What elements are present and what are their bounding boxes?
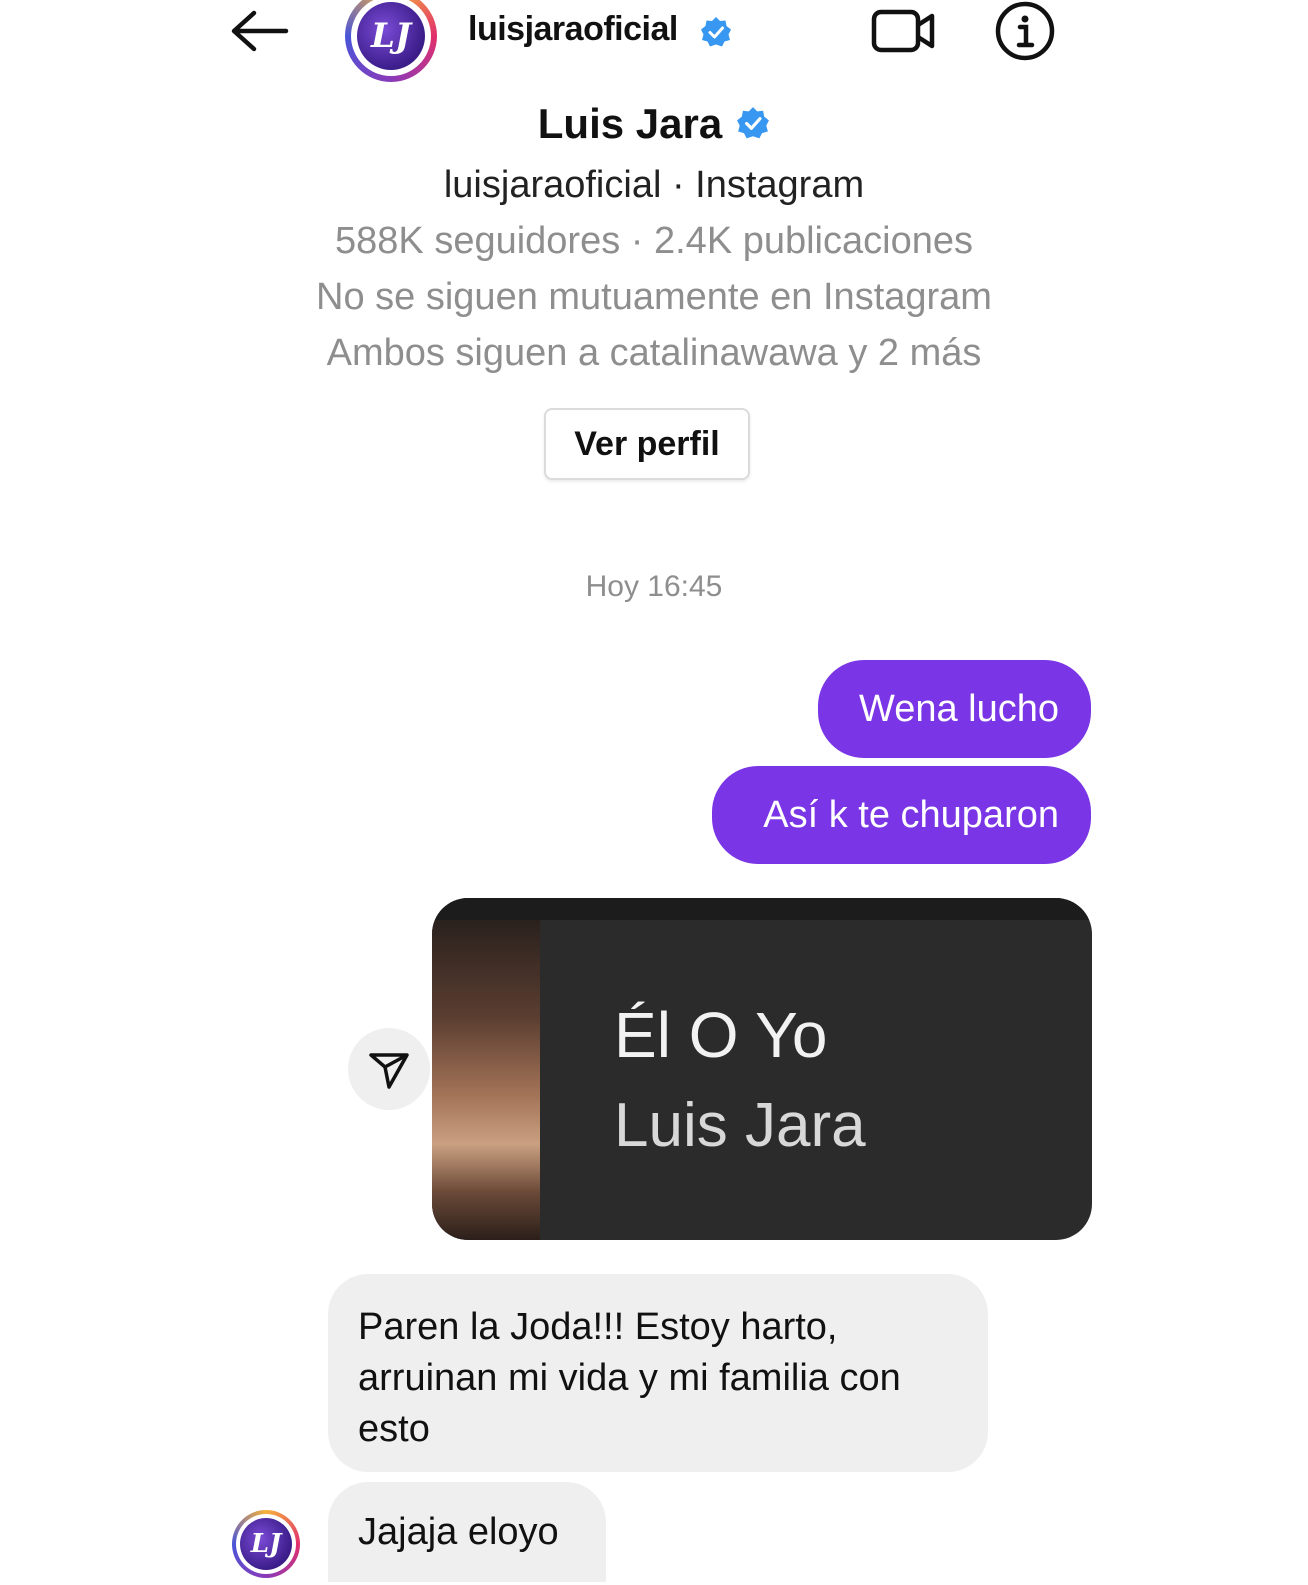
profile-mutual-status: No se siguen mutuamente en Instagram: [316, 276, 992, 318]
message-incoming[interactable]: Jajaja eloyo: [328, 1482, 606, 1582]
message-text: Paren la Joda!!! Estoy harto, arruinan m…: [358, 1306, 901, 1450]
profile-name: Luis Jara: [0, 100, 1308, 148]
message-outgoing[interactable]: Así k te chuparon: [712, 766, 1091, 864]
message-text: Wena lucho: [859, 687, 1059, 730]
header-avatar[interactable]: LJ: [345, 0, 437, 82]
profile-name-text: Luis Jara: [537, 100, 723, 147]
shared-song-card[interactable]: Él O Yo Luis Jara: [432, 898, 1092, 1240]
message-outgoing[interactable]: Wena lucho: [818, 660, 1091, 758]
avatar-logo: LJ: [371, 16, 411, 56]
verified-badge-icon: [701, 17, 731, 47]
header-username[interactable]: luisjaraoficial: [468, 10, 678, 49]
back-arrow-icon[interactable]: [228, 8, 292, 54]
sender-avatar[interactable]: LJ: [232, 1510, 300, 1578]
info-icon[interactable]: [994, 0, 1056, 62]
view-profile-button[interactable]: Ver perfil: [544, 408, 750, 480]
share-icon: [369, 1053, 409, 1089]
message-incoming[interactable]: Paren la Joda!!! Estoy harto, arruinan m…: [328, 1274, 988, 1472]
profile-handle: luisjaraoficial · Instagram: [443, 164, 865, 206]
avatar-logo: LJ: [250, 1529, 282, 1559]
song-cover-image: [432, 920, 540, 1240]
video-call-icon[interactable]: [870, 6, 940, 56]
song-title: Él O Yo: [614, 999, 828, 1071]
profile-mutual-follows: Ambos siguen a catalinawawa y 2 más: [326, 332, 982, 374]
chat-timestamp: Hoy 16:45: [585, 570, 723, 603]
verified-badge-icon: [737, 106, 770, 139]
song-artist: Luis Jara: [614, 1091, 866, 1160]
message-text: Así k te chuparon: [763, 793, 1059, 836]
share-button[interactable]: [348, 1028, 430, 1110]
profile-stats: 588K seguidores · 2.4K publicaciones: [335, 220, 973, 262]
song-card-topbar: [432, 898, 1092, 920]
message-text: Jajaja eloyo: [358, 1510, 559, 1553]
